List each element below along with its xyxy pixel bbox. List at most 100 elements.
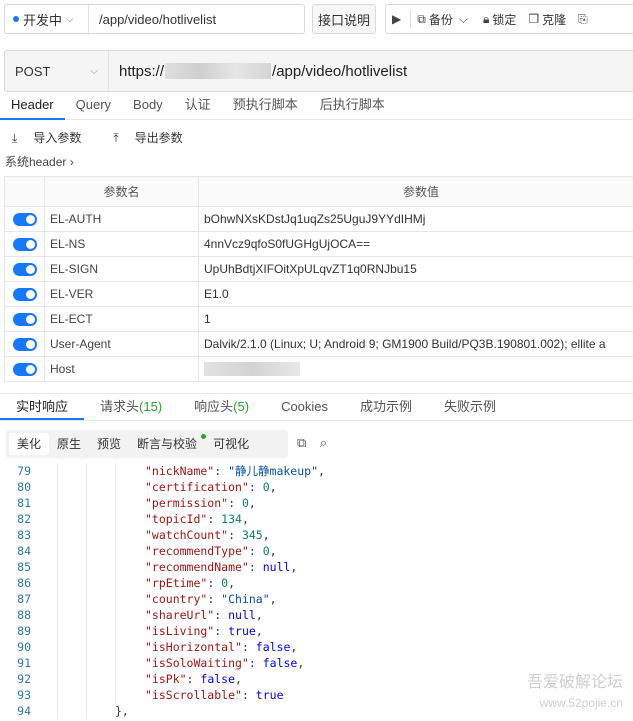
param-name[interactable]: EL-ECT <box>44 306 199 332</box>
json-value: 345 <box>241 528 263 542</box>
response-tabs: 实时响应 请求头(15) 响应头(5) Cookies 成功示例 失败示例 <box>0 393 633 421</box>
param-name[interactable]: EL-SIGN <box>44 256 199 282</box>
indent-guide <box>115 687 116 703</box>
param-actions: ⤓ 导入参数 ⤒ 导出参数 <box>12 129 215 146</box>
param-name[interactable]: EL-AUTH <box>44 206 199 232</box>
enable-toggle[interactable] <box>13 263 37 277</box>
api-doc-button[interactable]: 接口说明 <box>312 4 376 34</box>
method-select[interactable]: POST ⌵ <box>5 51 109 91</box>
code-line: 86 "rpEtime": 0, <box>0 575 633 591</box>
code-line: 89 "isLiving": true, <box>0 623 633 639</box>
json-key: "permission" <box>145 496 229 510</box>
lock-icon: 🔒︎ <box>482 11 490 26</box>
backup-button[interactable]: ⧉ 备份 ⌵ <box>411 5 477 33</box>
toolbar: ▶ ⧉ 备份 ⌵ 🔒︎ 锁定 ❐ 克隆 ⎘ <box>385 4 633 34</box>
param-value[interactable]: 4nnVcz9qfoS0fUGHgUjOCA== <box>198 231 633 257</box>
code-text: "watchCount": 345, <box>145 527 270 543</box>
code-line: 82 "topicId": 134, <box>0 511 633 527</box>
punct: : <box>214 464 229 478</box>
search-icon[interactable]: ⌕ <box>320 435 327 450</box>
indent-guide <box>115 543 116 559</box>
view-assertions[interactable]: 断言与校验 <box>129 433 207 455</box>
enable-toggle[interactable] <box>13 213 37 227</box>
punct: : <box>207 592 222 606</box>
punct: : <box>241 640 256 654</box>
tab-query[interactable]: Query <box>65 94 122 120</box>
url-input[interactable]: https:// /app/video/hotlivelist <box>109 63 407 80</box>
lock-button[interactable]: 🔒︎ 锁定 <box>477 5 522 33</box>
tab-failure-example[interactable]: 失败示例 <box>428 394 512 420</box>
tab-success-example[interactable]: 成功示例 <box>344 394 428 420</box>
code-line: 83 "watchCount": 345, <box>0 527 633 543</box>
export-params-button[interactable]: ⤒ 导出参数 <box>113 129 198 146</box>
punct: , <box>241 512 249 526</box>
play-icon: ▶ <box>392 12 402 26</box>
enable-toggle[interactable] <box>13 288 37 302</box>
json-value: "China" <box>221 592 270 606</box>
enable-toggle[interactable] <box>13 313 37 327</box>
view-visualize[interactable]: 可视化 <box>205 433 257 455</box>
json-value: 0 <box>262 480 270 494</box>
system-header-toggle[interactable]: 系统header › <box>5 153 74 170</box>
param-value[interactable]: Dalvik/2.1.0 (Linux; U; Android 9; GM190… <box>198 331 633 357</box>
punct: : <box>186 672 201 686</box>
tab-response-headers[interactable]: 响应头(5) <box>178 394 265 420</box>
param-name[interactable]: EL-NS <box>44 231 199 257</box>
environment-path-box[interactable]: 开发中 ⌵ /app/video/hotlivelist <box>4 4 305 34</box>
code-text: "certification": 0, <box>145 479 277 495</box>
export-icon: ⤒ <box>113 131 119 145</box>
tab-post-script[interactable]: 后执行脚本 <box>309 94 396 120</box>
punct: : <box>207 512 222 526</box>
param-value-redacted[interactable] <box>198 356 633 382</box>
indent-guide <box>86 495 87 511</box>
tab-header[interactable]: Header <box>0 94 65 120</box>
tab-body[interactable]: Body <box>122 94 174 120</box>
view-preview[interactable]: 预览 <box>89 433 129 455</box>
indent-guide <box>57 623 58 639</box>
indent-guide <box>86 575 87 591</box>
view-beautify[interactable]: 美化 <box>9 433 50 455</box>
tab-cookies[interactable]: Cookies <box>265 394 344 420</box>
share-button[interactable]: ⎘ <box>572 5 597 33</box>
environment-selector[interactable]: 开发中 ⌵ <box>5 5 89 33</box>
indent-guide <box>57 495 58 511</box>
param-value[interactable]: E1.0 <box>198 281 633 307</box>
indent-guide <box>86 543 87 559</box>
json-value: 134 <box>221 512 242 526</box>
punct: , <box>269 592 277 606</box>
clone-icon: ❐ <box>528 12 540 26</box>
run-button[interactable]: ▶ <box>386 5 410 33</box>
api-path[interactable]: /app/video/hotlivelist <box>89 12 216 27</box>
json-key: "isSoloWaiting" <box>145 656 249 670</box>
tab-live-response[interactable]: 实时响应 <box>0 394 85 420</box>
param-name[interactable]: User-Agent <box>44 331 199 357</box>
import-params-button[interactable]: ⤓ 导入参数 <box>12 129 97 146</box>
param-value[interactable]: 1 <box>198 306 633 332</box>
tab-request-headers[interactable]: 请求头(15) <box>84 394 178 420</box>
param-value[interactable]: bOhwNXsKDstJq1uqZs25UguJ9YYdIHMj <box>198 206 633 232</box>
chevron-right-icon: › <box>69 155 74 169</box>
backup-icon: ⧉ <box>417 11 426 26</box>
param-value[interactable]: UpUhBdtjXIFOitXpULqvZT1q0RNJbu15 <box>198 256 633 282</box>
code-line: 81 "permission": 0, <box>0 495 633 511</box>
enable-toggle[interactable] <box>13 238 37 252</box>
view-assertions-label: 断言与校验 <box>137 437 198 451</box>
tab-count: (5) <box>233 399 250 414</box>
clone-button[interactable]: ❐ 克隆 <box>522 5 572 33</box>
indent-guide <box>57 527 58 543</box>
enable-toggle[interactable] <box>13 363 37 377</box>
indent-guide <box>57 671 58 687</box>
tab-pre-script[interactable]: 预执行脚本 <box>222 94 309 120</box>
enable-toggle[interactable] <box>13 338 37 352</box>
param-name[interactable]: Host <box>44 356 199 382</box>
environment-status: 开发中 <box>23 12 63 28</box>
indent-guide <box>86 511 87 527</box>
tab-label: 成功示例 <box>360 399 413 414</box>
copy-icon[interactable]: ⧉ <box>297 435 306 450</box>
watermark-line1: 吾爱破解论坛 <box>526 674 623 691</box>
tab-auth[interactable]: 认证 <box>174 94 222 120</box>
param-name[interactable]: EL-VER <box>44 281 199 307</box>
chevron-down-icon: ⌵ <box>66 13 74 25</box>
view-raw[interactable]: 原生 <box>49 433 89 455</box>
line-number: 82 <box>17 512 31 526</box>
